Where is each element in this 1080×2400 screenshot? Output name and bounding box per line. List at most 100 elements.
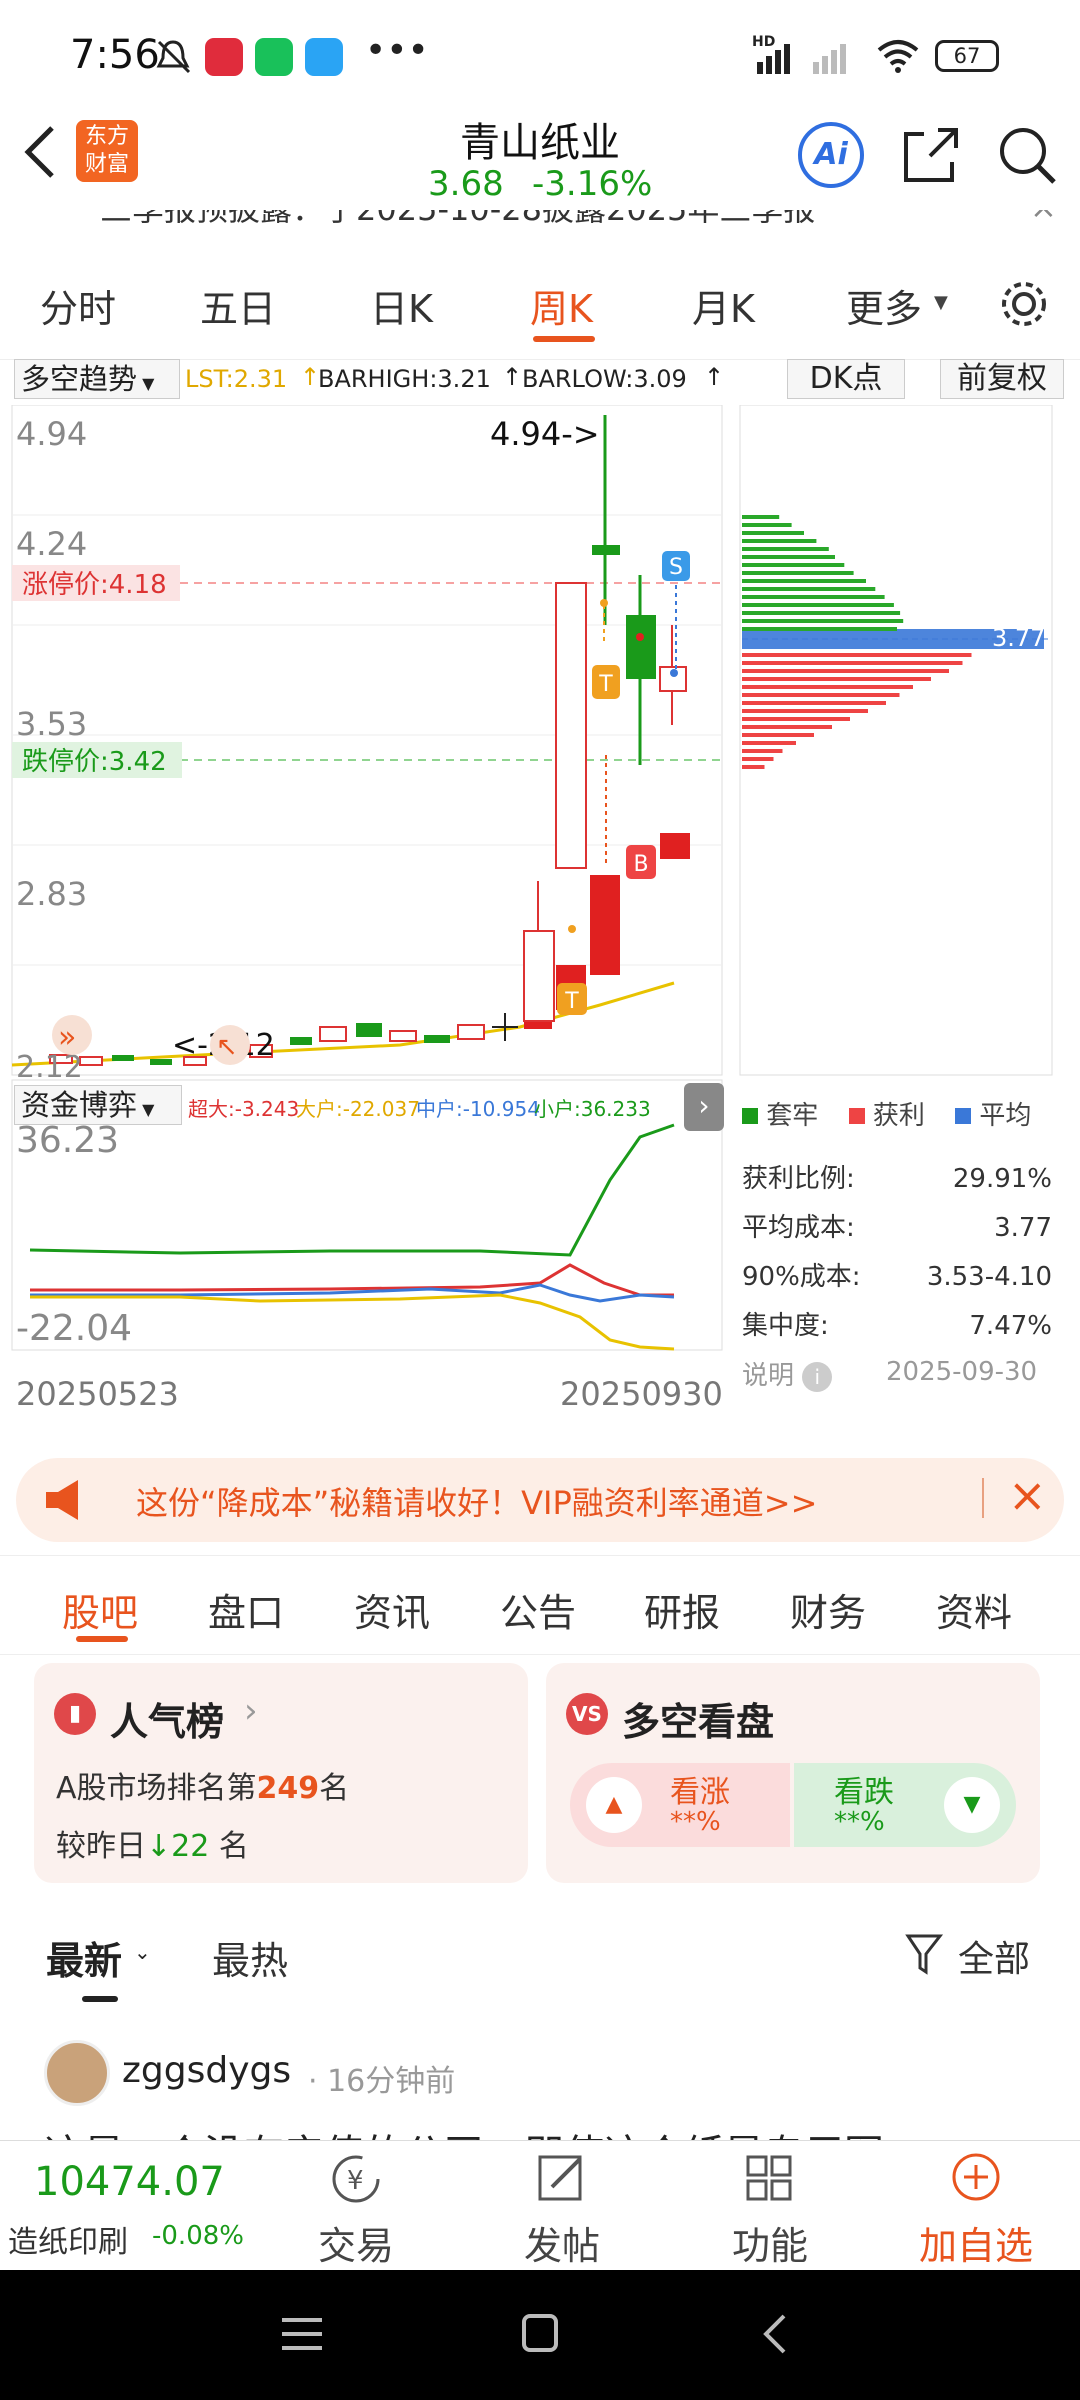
flow-date-end: 20250930 [560, 1375, 723, 1413]
chip-bar-profit [742, 749, 783, 753]
more-notifications-icon: ••• [365, 30, 429, 71]
add-watchlist-button[interactable]: 加自选 [906, 2151, 1046, 2270]
close-icon[interactable]: × [1008, 1468, 1047, 1522]
tab-daily-k[interactable]: 日K [370, 278, 433, 333]
home-icon[interactable] [522, 2314, 558, 2352]
tab-announcements[interactable]: 公告 [500, 1582, 576, 1637]
post-item[interactable]: zggsdygs · 16分钟前 这是一个没有产值的公司，即使这个纸是专用图 [0, 2020, 1080, 2140]
tab-finance[interactable]: 财务 [790, 1582, 866, 1637]
index-value[interactable]: 10474.07 [34, 2159, 225, 2205]
gear-icon[interactable] [998, 278, 1050, 330]
tab-profile[interactable]: 资料 [936, 1582, 1012, 1637]
ticker-text: 三季报预披露：于2025-10-28披露2025年三季报 [100, 210, 815, 228]
chevron-right-icon[interactable]: › [684, 1083, 724, 1131]
buy-marker-label: B [633, 852, 648, 877]
add-watchlist-label: 加自选 [918, 2224, 1033, 2268]
candle [79, 1056, 103, 1066]
indicator-lst: LST:2.31 [185, 365, 288, 393]
tab-more[interactable]: 更多 [846, 278, 922, 333]
indicator-selector[interactable]: 多空趋势 ▼ [14, 359, 180, 399]
chip-bar-trapped [742, 627, 897, 631]
system-nav-bar [0, 2270, 1080, 2400]
chip-bar-profit [742, 661, 963, 665]
chip-bar-trapped [742, 515, 780, 519]
sort-hot[interactable]: 最热 [212, 1930, 288, 1985]
chart-bars-icon: ▮ [54, 1693, 96, 1735]
candle [150, 1059, 172, 1065]
chip-row: 平均成本: 3.77 [742, 1204, 1052, 1253]
sort-latest[interactable]: 最新 [46, 1930, 122, 1985]
limit-up-label: 涨停价:4.18 [22, 570, 167, 600]
vote-bear-button[interactable]: 看跌 **% ▼ [794, 1763, 1016, 1847]
chip-row: 集中度: 7.47% [742, 1302, 1052, 1351]
trade-button[interactable]: ¥ 交易 [286, 2151, 426, 2270]
filter-icon[interactable] [904, 1932, 944, 1976]
promo-banner[interactable]: 这份“降成本”秘籍请收好！VIP融资利率通道>> × [16, 1458, 1064, 1542]
tab-news[interactable]: 资讯 [354, 1582, 430, 1637]
chip-note[interactable]: 说明 i [742, 1355, 833, 1392]
info-icon[interactable]: i [802, 1362, 833, 1392]
candle [590, 875, 620, 975]
chip-bar-profit [742, 653, 972, 657]
grid-icon [746, 2155, 792, 2201]
chip-bar-trapped [742, 595, 885, 599]
candle [592, 545, 620, 555]
tab-research[interactable]: 研报 [644, 1582, 720, 1637]
post-username[interactable]: zggsdygs [122, 2050, 291, 2091]
function-button[interactable]: 功能 [700, 2151, 840, 2270]
tab-weekly-k[interactable]: 周K [530, 278, 593, 333]
wifi-icon [877, 40, 919, 73]
avatar[interactable] [44, 2040, 110, 2106]
flow-super: 超大:-3.243 [188, 1097, 300, 1121]
ai-button[interactable]: Ai [798, 122, 864, 188]
flow-bottom-value: -22.04 [16, 1308, 132, 1349]
post-button[interactable]: 发帖 [492, 2151, 632, 2270]
chip-row-value: 7.47% [969, 1311, 1052, 1341]
period-tabs: 分时 五日 日K 周K 月K 更多 ▼ [0, 250, 1080, 360]
chip-bar-trapped [742, 547, 829, 551]
popularity-card[interactable]: ▮ 人气榜 › A股市场排名第249名 较昨日↓22 名 [34, 1663, 528, 1883]
arrow-up-icon: ↑ [704, 363, 725, 391]
adjust-button[interactable]: 前复权 [940, 359, 1064, 399]
tab-fenshi[interactable]: 分时 [40, 278, 116, 333]
tab-guba[interactable]: 股吧 [62, 1582, 138, 1637]
indicator-barhigh: BARHIGH:3.21 [318, 365, 491, 393]
vote-bull-button[interactable]: ▲ 看涨 **% [570, 1763, 790, 1847]
news-ticker[interactable]: 三季报预披露：于2025-10-28披露2025年三季报 × [0, 210, 1080, 228]
search-icon[interactable] [996, 124, 1058, 186]
flow-line-super [30, 1263, 674, 1297]
t-marker-label: T [598, 672, 613, 697]
chip-bar-profit [742, 741, 796, 745]
popularity-rank: A股市场排名第249名 [56, 1763, 349, 1807]
chevron-down-icon: ▼ [137, 374, 155, 393]
tab-wuri[interactable]: 五日 [200, 278, 276, 333]
ticker-close-icon[interactable]: × [1030, 210, 1057, 226]
chip-bar-trapped [742, 539, 817, 543]
dk-button[interactable]: DK点 [787, 359, 905, 399]
flow-date-start: 20250523 [16, 1375, 179, 1413]
flow-small: 小户:36.233 [534, 1097, 651, 1121]
change-value: 22 [171, 1829, 210, 1864]
chart-area: 多空趋势 ▼ LST:2.31 ↑ BARHIGH:3.21 ↑ BARLOW:… [0, 355, 1080, 1425]
flow-top-value: 36.23 [16, 1120, 119, 1161]
tab-indicator [76, 1636, 128, 1642]
arrow-down-icon: ↓ [146, 1829, 172, 1864]
filter-all[interactable]: 全部 [958, 1930, 1030, 1982]
sort-indicator [82, 1996, 118, 2002]
small-candles [49, 1013, 552, 1066]
tab-monthly-k[interactable]: 月K [692, 278, 755, 333]
chip-row-label: 平均成本: [742, 1213, 855, 1243]
rank-value: 249 [256, 1771, 320, 1806]
candle-big-up [555, 582, 587, 869]
indicator-barlow: BARLOW:3.09 [522, 365, 687, 393]
back-nav-icon[interactable] [760, 2312, 790, 2356]
menu-icon[interactable] [282, 2314, 322, 2354]
share-icon[interactable] [900, 124, 962, 186]
tab-pankou[interactable]: 盘口 [208, 1582, 284, 1637]
vote-bull-label: 看涨 [670, 1775, 730, 1810]
flow-selector[interactable]: 资金博弈 ▼ [14, 1085, 182, 1125]
feed-header: 最新 ⌄ 最热 全部 [0, 1900, 1080, 2020]
svg-text:¥: ¥ [347, 2166, 364, 2196]
axis-label: 2.83 [16, 875, 87, 913]
stock-change: -3.16% [532, 164, 653, 204]
